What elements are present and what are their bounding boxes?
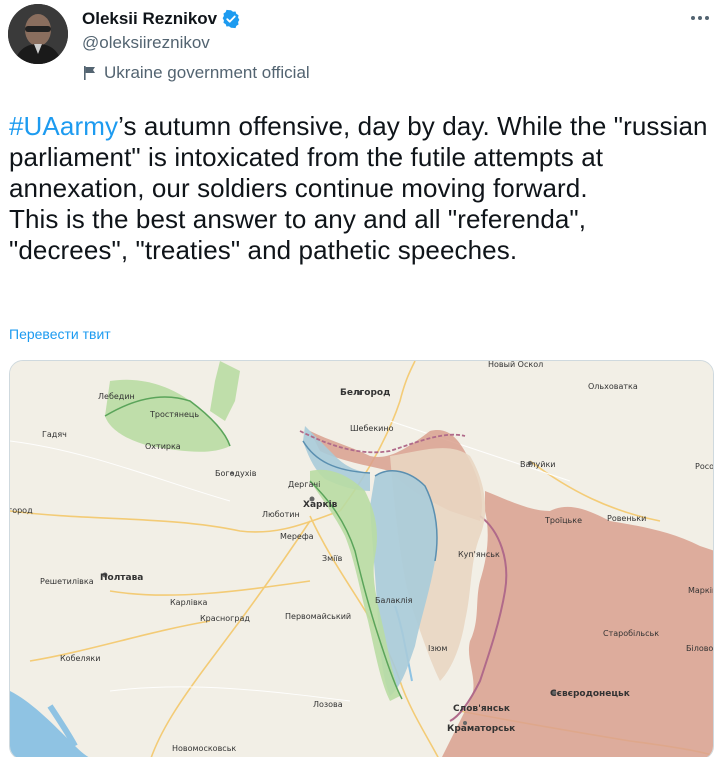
map-label-bilovodsk: Біловод (686, 644, 714, 653)
map-label-lozova: Лозова (313, 700, 343, 709)
map-label-trostyanets: Тростянець (149, 410, 199, 419)
hashtag-link[interactable]: #UAarmy (9, 111, 118, 141)
map-label-lebedin: Лебедин (98, 392, 135, 401)
map-label-okhtyrka: Охтирка (145, 442, 181, 451)
more-dots-icon (691, 16, 709, 20)
handle[interactable]: @oleksiireznikov (82, 33, 310, 53)
map-label-kupiansk: Куп'янськ (458, 550, 500, 559)
map-label-sievierodonetsk: Сєвєродонецьк (550, 689, 630, 699)
map-label-belgorod: Белгород (340, 388, 390, 398)
map-label-poltava: Полтава (100, 573, 143, 583)
map-image[interactable]: Новый Оскол Белгород Ольховатка Лебедин … (9, 360, 714, 757)
author-block: Oleksii Reznikov @oleksiireznikov Ukrain… (82, 6, 310, 83)
map-label-rovenki: Ровеньки (607, 514, 646, 523)
map-label-valuyki: Валуйки (520, 460, 555, 469)
map-label-lyubotyn: Люботин (262, 510, 300, 519)
map-label-gadyach: Гадяч (42, 430, 67, 439)
display-name[interactable]: Oleksii Reznikov (82, 9, 217, 29)
map-label-zmiiv: Зміїв (322, 554, 343, 563)
map-label-novomoskovsk: Новомосковськ (172, 744, 236, 753)
map-svg: Новый Оскол Белгород Ольховатка Лебедин … (10, 361, 714, 757)
map-label-kobeliaky: Кобеляки (60, 654, 100, 663)
government-label[interactable]: Ukraine government official (82, 63, 310, 83)
map-label-reshetylivka: Решетилівка (40, 577, 94, 586)
map-label-pervomaiskyi: Первомайський (285, 612, 351, 621)
map-label-krasnohrad: Красноград (200, 614, 250, 623)
map-label-karlivka: Карлівка (170, 598, 208, 607)
map-label-rossosh: Росо (695, 462, 714, 471)
map-label-kharkiv: Харків (303, 499, 338, 510)
map-label-starobilsk: Старобільськ (603, 629, 659, 638)
map-label-novyi-oskol: Новый Оскол (488, 361, 543, 369)
verified-badge-icon (221, 9, 241, 29)
map-label-balakliia: Балаклія (375, 596, 413, 605)
tweet-text: #UAarmy’s autumn offensive, day by day. … (9, 111, 709, 266)
map-label-kramatorsk: Краматорськ (447, 724, 515, 734)
map-label-merefa: Мерефа (280, 532, 314, 541)
map-label-markivka: Марків (688, 586, 714, 595)
government-label-text: Ukraine government official (104, 63, 310, 82)
tweet-card: Oleksii Reznikov @oleksiireznikov Ukrain… (0, 0, 721, 757)
avatar[interactable] (8, 4, 68, 64)
map-label-shebekino: Шебекино (350, 424, 394, 433)
map-label-izium: Ізюм (428, 644, 447, 653)
map-label-sloviansk: Слов'янськ (453, 704, 510, 714)
more-options-button[interactable] (686, 8, 714, 28)
avatar-image (8, 4, 68, 64)
map-label-horod: город (10, 506, 33, 515)
map-label-troitske: Троїцьке (544, 516, 582, 525)
map-label-bohodukhiv: Богодухів (215, 469, 257, 478)
translate-tweet-link[interactable]: Перевести твит (9, 326, 111, 342)
flag-icon (82, 65, 98, 81)
map-label-dergachi: Дергачі (288, 480, 320, 489)
map-label-olkhovatka: Ольховатка (588, 382, 638, 391)
